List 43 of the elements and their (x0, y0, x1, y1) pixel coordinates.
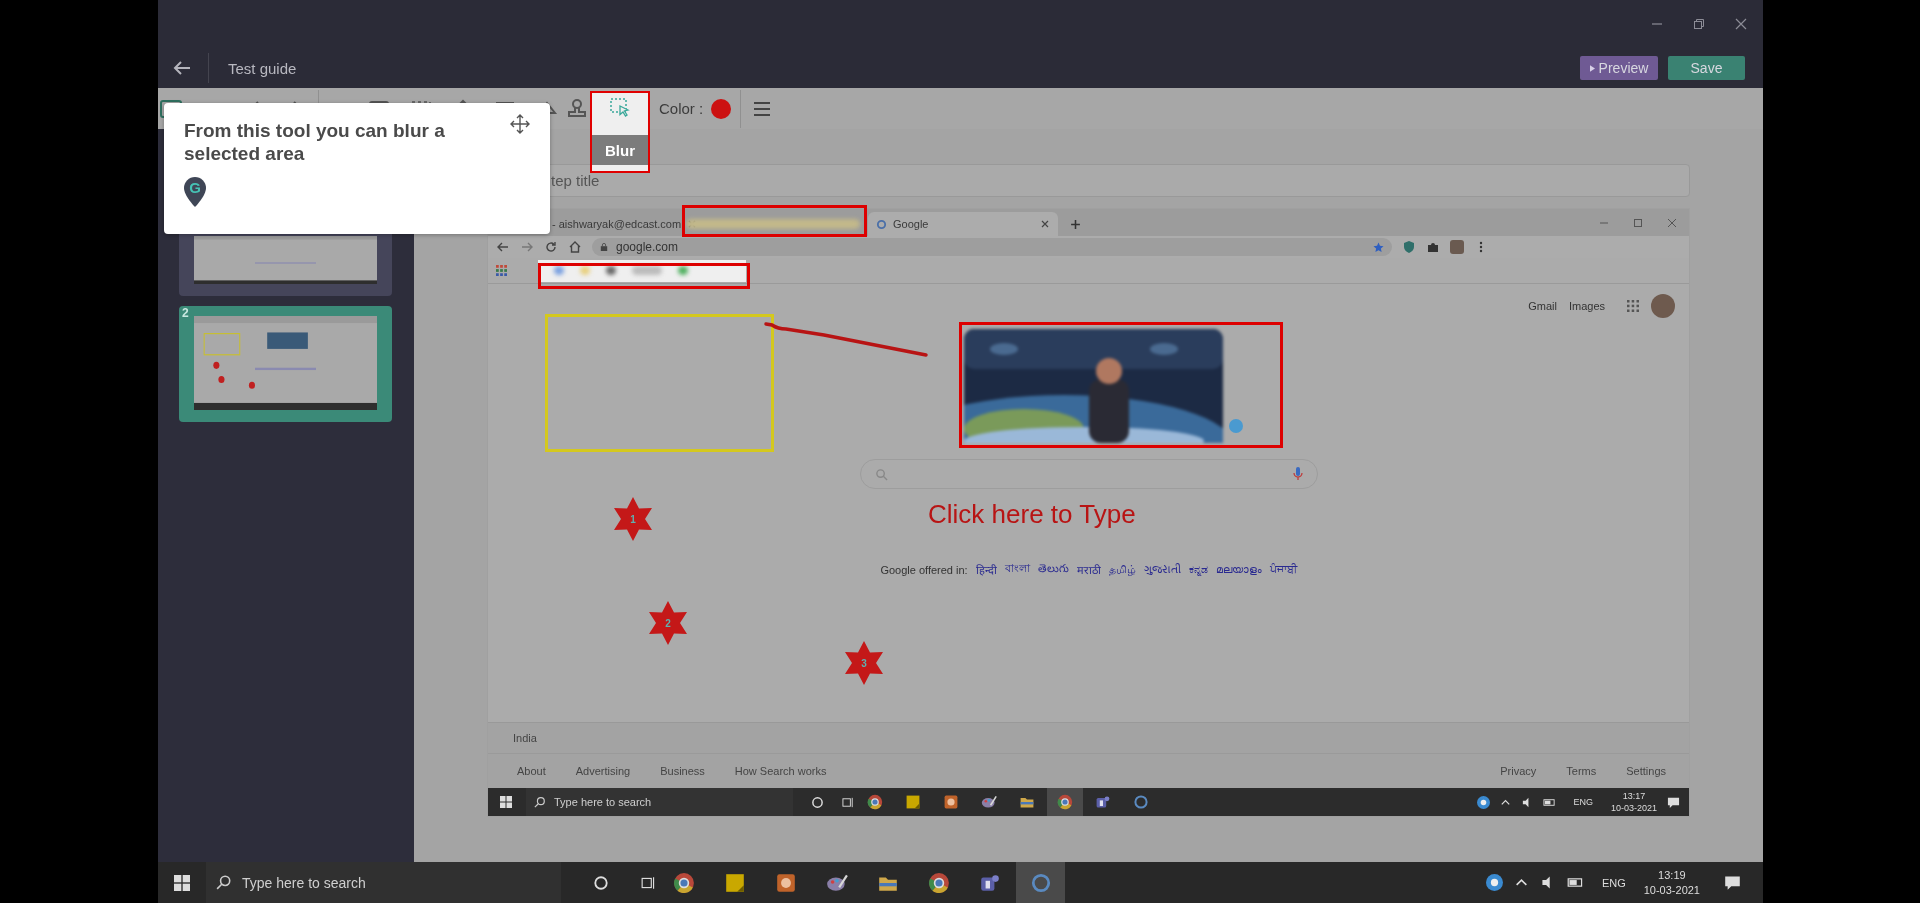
tour-tip-text: From this tool you can blur a selected area (184, 119, 446, 165)
footer-link[interactable]: Settings (1626, 765, 1666, 777)
color-label: Color : (659, 100, 704, 117)
footer-link[interactable]: About (517, 765, 546, 777)
country-label: India (513, 732, 537, 744)
footer-link[interactable]: Business (660, 765, 705, 777)
language-link[interactable]: मराठी (1076, 562, 1101, 577)
guide-title: Test guide (228, 59, 297, 77)
language-indicator[interactable]: ENG (1573, 797, 1593, 807)
language-link[interactable]: हिन्दी (975, 562, 997, 577)
language-link[interactable]: ਪੰਜਾਬੀ (1269, 563, 1297, 576)
tab-title: - aishwaryak@edcast.com (552, 218, 682, 230)
clock-time[interactable]: 13:17 (1622, 790, 1646, 802)
footer-link[interactable]: Privacy (1500, 765, 1537, 777)
clock-time[interactable]: 13:19 (1658, 867, 1686, 883)
language-indicator[interactable]: ENG (1601, 876, 1626, 889)
language-link[interactable]: മലയാളം (1215, 563, 1262, 576)
preview-button[interactable]: Preview (1580, 56, 1658, 80)
language-link[interactable]: ગુજરાતી (1143, 563, 1181, 576)
clock-date[interactable]: 10-03-2021 (1610, 802, 1657, 814)
taskbar-search-field[interactable]: Type here to search (526, 788, 793, 816)
clock-date[interactable]: 10-03-2021 (1643, 882, 1700, 898)
header-link[interactable]: Gmail (1528, 300, 1557, 312)
footer-link[interactable]: Advertising (575, 765, 631, 777)
browser-tab[interactable]: Google (868, 212, 1058, 236)
header-link[interactable]: Images (1568, 300, 1605, 312)
tool-tooltip: Blur (592, 135, 648, 165)
save-button[interactable]: Save (1668, 56, 1745, 80)
address-bar[interactable]: google.com (592, 238, 1392, 256)
language-link[interactable]: தமிழ் (1108, 562, 1136, 577)
offered-label: Google offered in: (880, 563, 968, 576)
language-link[interactable]: ಕನ್ನಡ (1188, 563, 1208, 576)
annotation-text[interactable]: Click here to Type (928, 499, 1136, 530)
footer-link[interactable]: How Search works (734, 765, 827, 777)
footer-link[interactable]: Terms (1566, 765, 1597, 777)
url-text: google.com (616, 240, 679, 254)
taskbar-search-field[interactable]: Type here to search (206, 862, 561, 903)
guide-logo-icon: G (184, 177, 206, 207)
slide-number: 2 (182, 306, 189, 320)
language-link[interactable]: বাংলা (1004, 560, 1030, 579)
slide-thumbnail[interactable]: 2 (179, 306, 392, 422)
tab-title: Google (893, 218, 930, 230)
language-link[interactable]: తెలుగు (1037, 562, 1069, 577)
